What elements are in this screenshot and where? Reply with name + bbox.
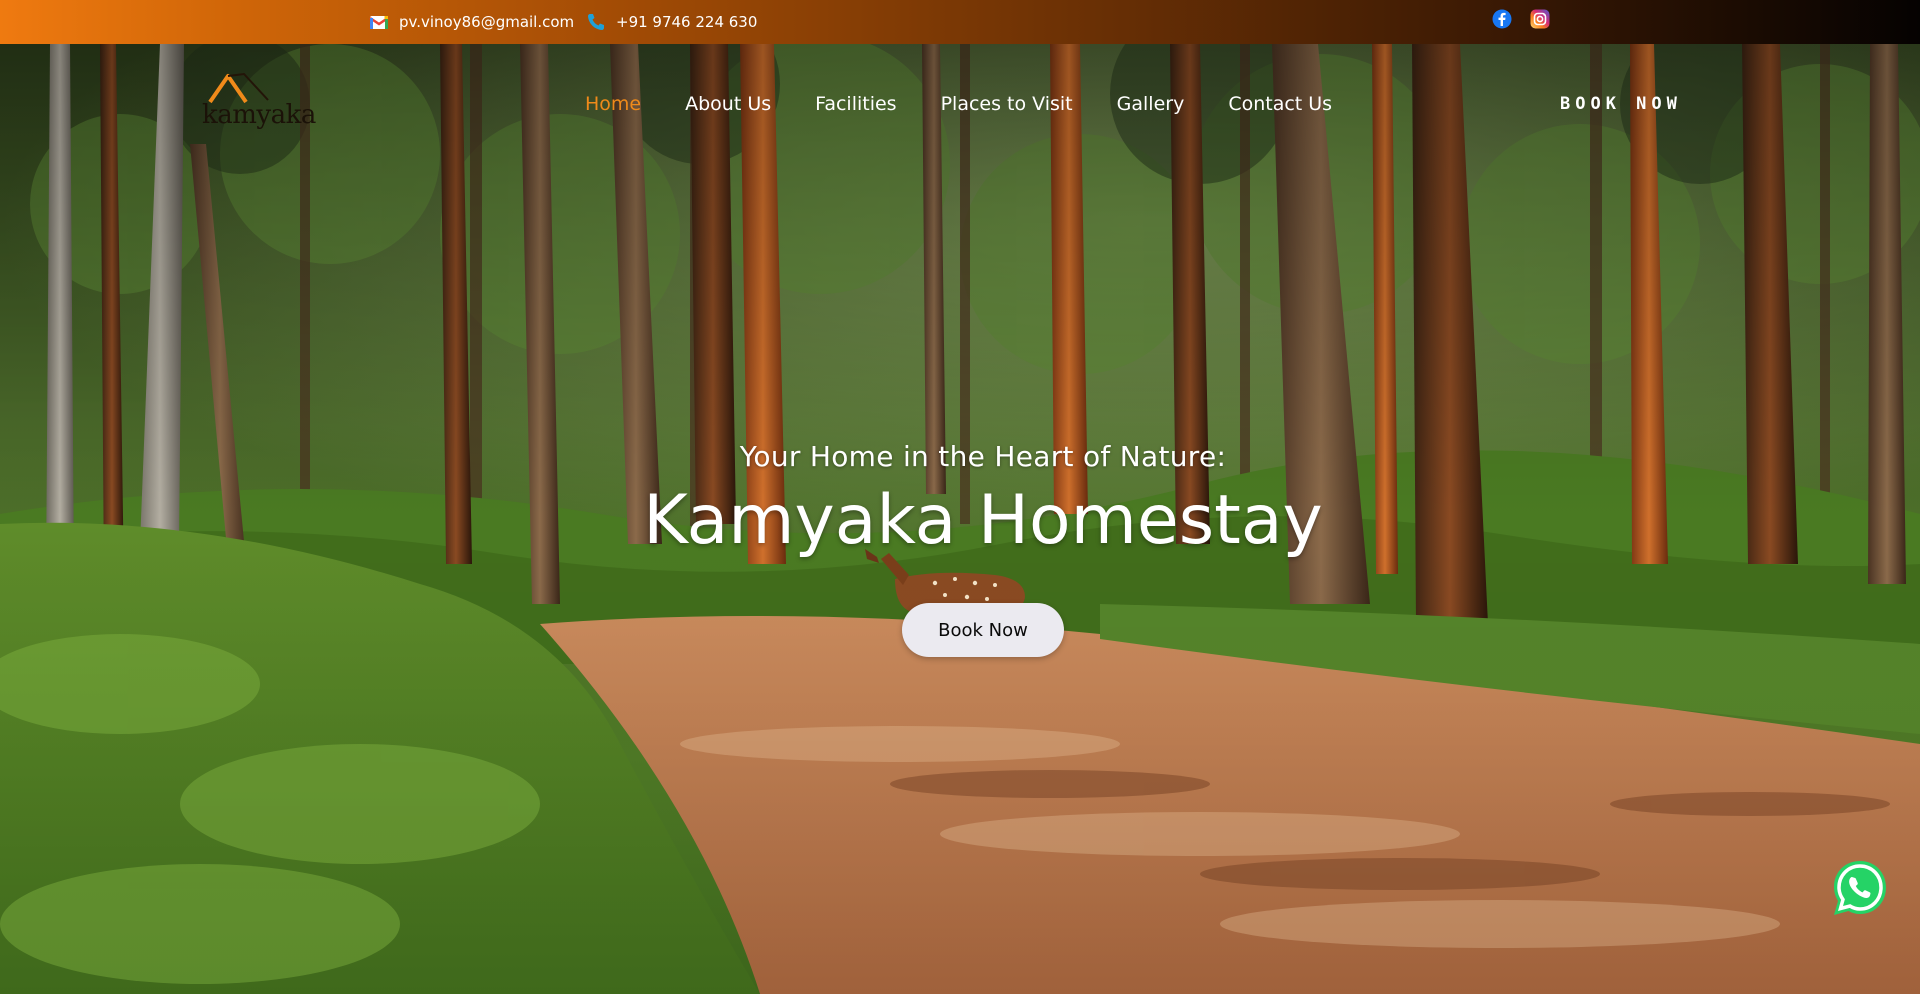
- nav-item-home[interactable]: Home: [585, 93, 641, 115]
- hero-tagline: Your Home in the Heart of Nature:: [739, 440, 1227, 473]
- email-text: pv.vinoy86@gmail.com: [399, 13, 575, 31]
- phone-icon: [586, 12, 606, 32]
- nav-item-gallery[interactable]: Gallery: [1117, 93, 1185, 115]
- kamyaka-logo[interactable]: kamyaka: [198, 70, 316, 140]
- nav-item-contact-us[interactable]: Contact Us: [1228, 93, 1332, 115]
- hero-text-block: Your Home in the Heart of Nature: Kamyak…: [0, 440, 1920, 560]
- whatsapp-icon[interactable]: [1829, 857, 1891, 919]
- nav-item-places-to-visit[interactable]: Places to Visit: [941, 93, 1073, 115]
- nav-item-facilities[interactable]: Facilities: [815, 93, 896, 115]
- phone-text: +91 9746 224 630: [616, 13, 758, 31]
- instagram-icon[interactable]: [1530, 9, 1550, 29]
- facebook-icon[interactable]: [1492, 9, 1512, 29]
- email-contact[interactable]: pv.vinoy86@gmail.com: [369, 0, 574, 44]
- top-contact-bar: pv.vinoy86@gmail.com +91 9746 224 630: [0, 0, 1920, 44]
- book-now-button[interactable]: Book Now: [902, 603, 1064, 657]
- social-links: [1492, 9, 1550, 29]
- nav-item-about-us[interactable]: About Us: [685, 93, 771, 115]
- hero-title: Kamyaka Homestay: [643, 481, 1323, 560]
- book-now-nav-link[interactable]: BOOK NOW: [1560, 94, 1682, 114]
- main-navigation: Home About Us Facilities Places to Visit…: [585, 90, 1376, 118]
- logo-text: kamyaka: [202, 100, 316, 130]
- phone-contact[interactable]: +91 9746 224 630: [586, 0, 757, 44]
- gmail-icon: [369, 14, 389, 30]
